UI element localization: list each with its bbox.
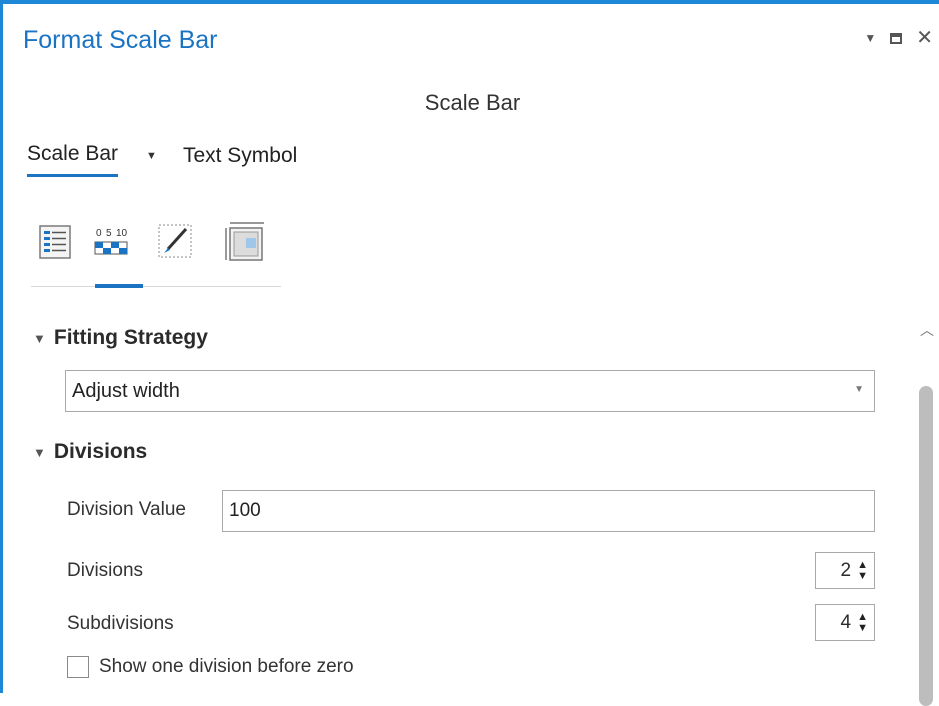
scale-label-10: 10 [116, 228, 128, 239]
properties-scroll-area: ▼ Fitting Strategy Adjust width ▼ ▼ Divi… [3, 304, 939, 706]
stepper-arrows: ▲ ▼ [857, 611, 868, 634]
pane-title: Format Scale Bar [23, 26, 218, 54]
decrement-icon[interactable]: ▼ [857, 622, 868, 634]
chevron-down-icon: ▼ [33, 444, 46, 460]
section-fitting-strategy-label: Fitting Strategy [53, 326, 208, 349]
subdivisions-label: Subdivisions [67, 613, 174, 634]
divisions-value: 2 [840, 559, 852, 581]
chevron-down-icon[interactable]: ▼ [146, 150, 157, 170]
subdivisions-value: 4 [840, 611, 852, 633]
division-value-label: Division Value [67, 499, 186, 520]
display-frame-icon[interactable] [219, 220, 267, 268]
divisions-stepper[interactable]: 2 ▲ ▼ [815, 552, 875, 589]
dropdown-arrow-icon: ▼ [854, 384, 864, 395]
divisions-label: Divisions [67, 560, 144, 581]
increment-icon[interactable]: ▲ [857, 611, 868, 623]
scale-bar-divisions-icon[interactable]: 0 5 10 [87, 220, 143, 288]
icon-tab-strip: 0 5 10 [31, 216, 281, 288]
scroll-up-icon[interactable]: ︿ [920, 320, 934, 340]
division-value-input[interactable]: 100 [222, 490, 875, 532]
close-icon[interactable]: ✕ [916, 28, 933, 48]
section-divisions-label: Divisions [53, 440, 148, 463]
fitting-strategy-select[interactable]: Adjust width ▼ [65, 370, 875, 412]
show-division-before-zero-row: Show one division before zero [67, 656, 354, 678]
vertical-scrollbar[interactable]: ︿ [912, 304, 939, 706]
brush-icon[interactable] [151, 220, 199, 268]
properties-icon[interactable] [31, 220, 79, 268]
fitting-strategy-value: Adjust width [72, 379, 180, 402]
increment-icon[interactable]: ▲ [857, 559, 868, 571]
tab-text-symbol[interactable]: Text Symbol [183, 144, 297, 176]
tab-scale-bar[interactable]: Scale Bar [27, 142, 119, 177]
show-division-before-zero-checkbox[interactable] [67, 656, 89, 678]
window-controls: ▼ ✕ [864, 28, 933, 48]
sub-tabs: Scale Bar ▼ Text Symbol [27, 142, 297, 177]
scale-label-0: 0 [96, 228, 102, 239]
show-division-before-zero-label[interactable]: Show one division before zero [99, 656, 354, 678]
subdivisions-stepper[interactable]: 4 ▲ ▼ [815, 604, 875, 641]
chevron-down-icon: ▼ [33, 330, 46, 346]
scrollbar-thumb[interactable] [919, 386, 933, 706]
division-value-text: 100 [229, 500, 261, 521]
section-fitting-strategy[interactable]: ▼ Fitting Strategy [33, 326, 208, 350]
stepper-arrows: ▲ ▼ [857, 559, 868, 582]
format-pane: Format Scale Bar ▼ ✕ Scale Bar Scale Bar… [0, 0, 939, 706]
decrement-icon[interactable]: ▼ [857, 570, 868, 582]
chevron-down-icon[interactable]: ▼ [864, 31, 876, 45]
element-name: Scale Bar [424, 90, 521, 115]
scale-label-5: 5 [106, 228, 112, 239]
maximize-icon[interactable] [890, 32, 903, 44]
section-divisions[interactable]: ▼ Divisions [33, 440, 147, 464]
